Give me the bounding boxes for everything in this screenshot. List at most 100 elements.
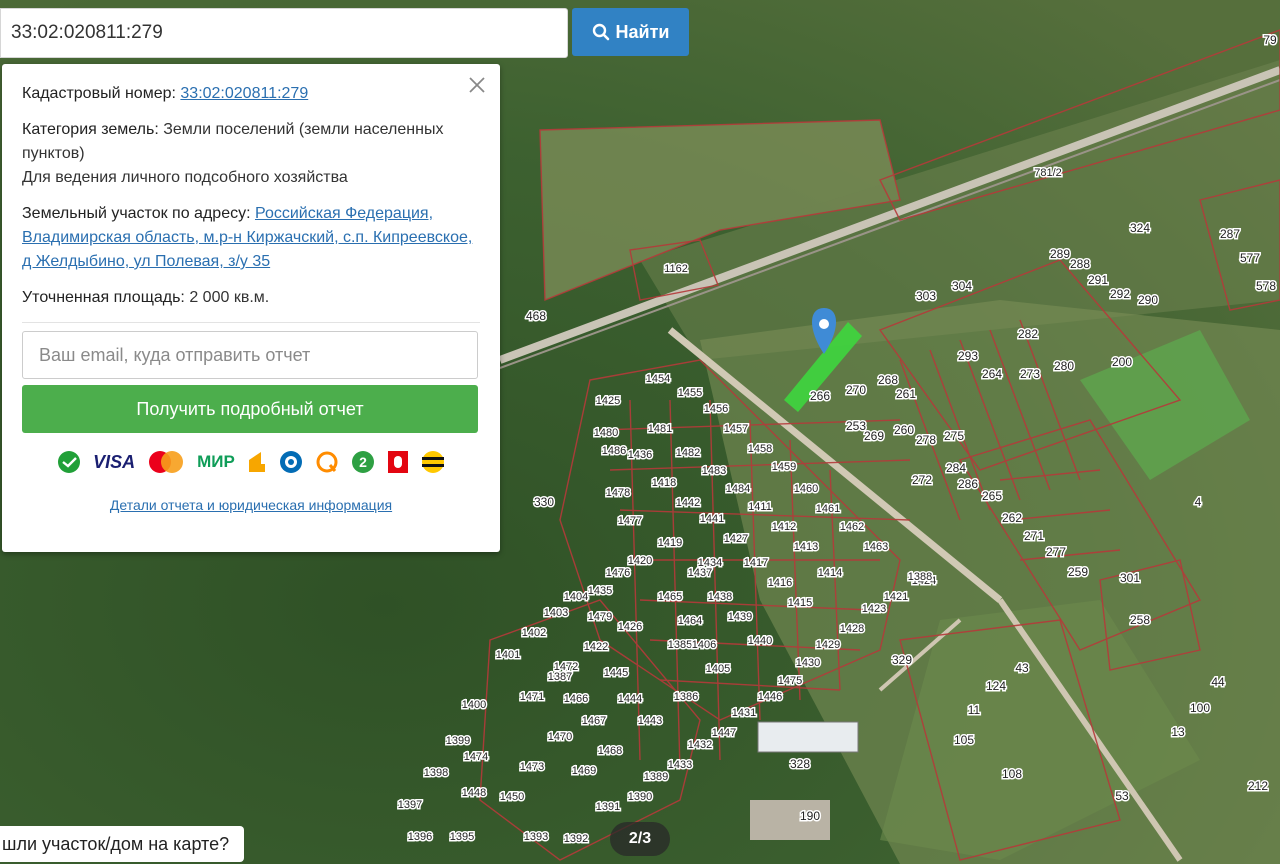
plot-label-1395[interactable]: 1395 xyxy=(448,830,475,845)
plot-label-1456[interactable]: 1456 xyxy=(702,402,729,417)
plot-label-258[interactable]: 258 xyxy=(1128,612,1151,629)
plot-label-1420[interactable]: 1420 xyxy=(626,554,653,569)
plot-label-1425[interactable]: 1425 xyxy=(594,394,621,409)
plot-label-278[interactable]: 278 xyxy=(914,432,937,449)
plot-label-1432[interactable]: 1432 xyxy=(686,738,713,753)
plot-label-301[interactable]: 301 xyxy=(1118,570,1141,587)
plot-label-1391[interactable]: 1391 xyxy=(594,800,621,815)
plot-label-262[interactable]: 262 xyxy=(1000,510,1023,527)
plot-label-264[interactable]: 264 xyxy=(980,366,1003,383)
plot-label-1442[interactable]: 1442 xyxy=(674,496,701,511)
plot-label-1421[interactable]: 1421 xyxy=(882,590,909,605)
plot-label-1477[interactable]: 1477 xyxy=(616,514,643,529)
plot-label-200[interactable]: 200 xyxy=(1110,354,1133,371)
plot-label-44[interactable]: 44 xyxy=(1210,674,1227,691)
plot-label-1413[interactable]: 1413 xyxy=(792,540,819,555)
plot-label-1437[interactable]: 1437 xyxy=(686,566,713,581)
get-report-button[interactable]: Получить подробный отчет xyxy=(22,385,478,433)
plot-label-271[interactable]: 271 xyxy=(1022,528,1045,545)
plot-label-1473[interactable]: 1473 xyxy=(518,760,545,775)
plot-label-1422[interactable]: 1422 xyxy=(582,640,609,655)
plot-label-1428[interactable]: 1428 xyxy=(838,622,865,637)
report-details-link[interactable]: Детали отчета и юридическая информация xyxy=(22,497,480,513)
plot-label-1388[interactable]: 1388 xyxy=(906,570,933,585)
plot-label-1450[interactable]: 1450 xyxy=(498,790,525,805)
plot-label-79[interactable]: 79 xyxy=(1262,32,1279,49)
plot-label-1463[interactable]: 1463 xyxy=(862,540,889,555)
plot-label-43[interactable]: 43 xyxy=(1014,660,1031,677)
plot-label-1406[interactable]: 1406 xyxy=(690,638,717,653)
cadastral-number-link[interactable]: 33:02:020811:279 xyxy=(180,85,308,102)
plot-label-13[interactable]: 13 xyxy=(1170,724,1187,741)
plot-label-105[interactable]: 105 xyxy=(952,732,975,749)
plot-label-577[interactable]: 577 xyxy=(1238,250,1261,267)
plot-label-293[interactable]: 293 xyxy=(956,348,979,365)
plot-label-1464[interactable]: 1464 xyxy=(676,614,703,629)
plot-label-1468[interactable]: 1468 xyxy=(596,744,623,759)
plot-label-1475[interactable]: 1475 xyxy=(776,674,803,689)
plot-label-1396[interactable]: 1396 xyxy=(406,830,433,845)
plot-label-1444[interactable]: 1444 xyxy=(616,692,643,707)
plot-label-1403[interactable]: 1403 xyxy=(542,606,569,621)
plot-label-1418[interactable]: 1418 xyxy=(650,476,677,491)
plot-label-1465[interactable]: 1465 xyxy=(656,590,683,605)
plot-label-1399[interactable]: 1399 xyxy=(444,734,471,749)
plot-label-1435[interactable]: 1435 xyxy=(586,584,613,599)
plot-label-468[interactable]: 468 xyxy=(524,308,547,325)
plot-label-1454[interactable]: 1454 xyxy=(644,372,671,387)
plot-label-273[interactable]: 273 xyxy=(1018,366,1041,383)
close-icon[interactable] xyxy=(466,74,488,96)
plot-label-1469[interactable]: 1469 xyxy=(570,764,597,779)
plot-label-1484[interactable]: 1484 xyxy=(724,482,751,497)
plot-label-1474[interactable]: 1474 xyxy=(462,750,489,765)
plot-label-287[interactable]: 287 xyxy=(1218,226,1241,243)
plot-label-291[interactable]: 291 xyxy=(1086,272,1109,289)
plot-label-1460[interactable]: 1460 xyxy=(792,482,819,497)
plot-label-1455[interactable]: 1455 xyxy=(676,386,703,401)
plot-label-212[interactable]: 212 xyxy=(1246,778,1269,795)
plot-label-190[interactable]: 190 xyxy=(798,808,821,825)
plot-label-289[interactable]: 289 xyxy=(1048,246,1071,263)
plot-label-1397[interactable]: 1397 xyxy=(396,798,423,813)
plot-label-272[interactable]: 272 xyxy=(910,472,933,489)
plot-label-292[interactable]: 292 xyxy=(1108,286,1131,303)
plot-label-1426[interactable]: 1426 xyxy=(616,620,643,635)
plot-label-1479[interactable]: 1479 xyxy=(586,610,613,625)
plot-label-1447[interactable]: 1447 xyxy=(710,726,737,741)
plot-label-1389[interactable]: 1389 xyxy=(642,770,669,785)
plot-label-1385[interactable]: 1385 xyxy=(666,638,693,653)
plot-label-1431[interactable]: 1431 xyxy=(730,706,757,721)
plot-label-1462[interactable]: 1462 xyxy=(838,520,865,535)
plot-label-282[interactable]: 282 xyxy=(1016,326,1039,343)
plot-label-1482[interactable]: 1482 xyxy=(674,446,701,461)
plot-label-324[interactable]: 324 xyxy=(1128,220,1151,237)
plot-label-1471[interactable]: 1471 xyxy=(518,690,545,705)
plot-label-268[interactable]: 268 xyxy=(876,372,899,389)
plot-label-1423[interactable]: 1423 xyxy=(860,602,887,617)
plot-label-288[interactable]: 288 xyxy=(1068,256,1091,273)
plot-label-260[interactable]: 260 xyxy=(892,422,915,439)
search-button[interactable]: Найти xyxy=(572,8,689,56)
plot-label-280[interactable]: 280 xyxy=(1052,358,1075,375)
plot-label-1470[interactable]: 1470 xyxy=(546,730,573,745)
plot-label-1162[interactable]: 1162 xyxy=(663,262,690,277)
plot-label-277[interactable]: 277 xyxy=(1044,544,1067,561)
plot-label-1480[interactable]: 1480 xyxy=(592,426,619,441)
plot-label-329[interactable]: 329 xyxy=(890,652,913,669)
plot-label-1433[interactable]: 1433 xyxy=(666,758,693,773)
plot-label-100[interactable]: 100 xyxy=(1188,700,1211,717)
plot-label-1481[interactable]: 1481 xyxy=(646,422,673,437)
plot-label-1404[interactable]: 1404 xyxy=(562,590,589,605)
plot-label-124[interactable]: 124 xyxy=(984,678,1007,695)
plot-label-266[interactable]: 266 xyxy=(808,388,831,405)
plot-label-261[interactable]: 261 xyxy=(894,386,917,403)
plot-label-1476[interactable]: 1476 xyxy=(604,566,631,581)
plot-label-269[interactable]: 269 xyxy=(862,428,885,445)
plot-label-1457[interactable]: 1457 xyxy=(722,422,749,437)
plot-label-1429[interactable]: 1429 xyxy=(814,638,841,653)
plot-label-304[interactable]: 304 xyxy=(950,278,973,295)
plot-label-1458[interactable]: 1458 xyxy=(746,442,773,457)
plot-label-1445[interactable]: 1445 xyxy=(602,666,629,681)
plot-label-1405[interactable]: 1405 xyxy=(704,662,731,677)
plot-label-1461[interactable]: 1461 xyxy=(814,502,841,517)
